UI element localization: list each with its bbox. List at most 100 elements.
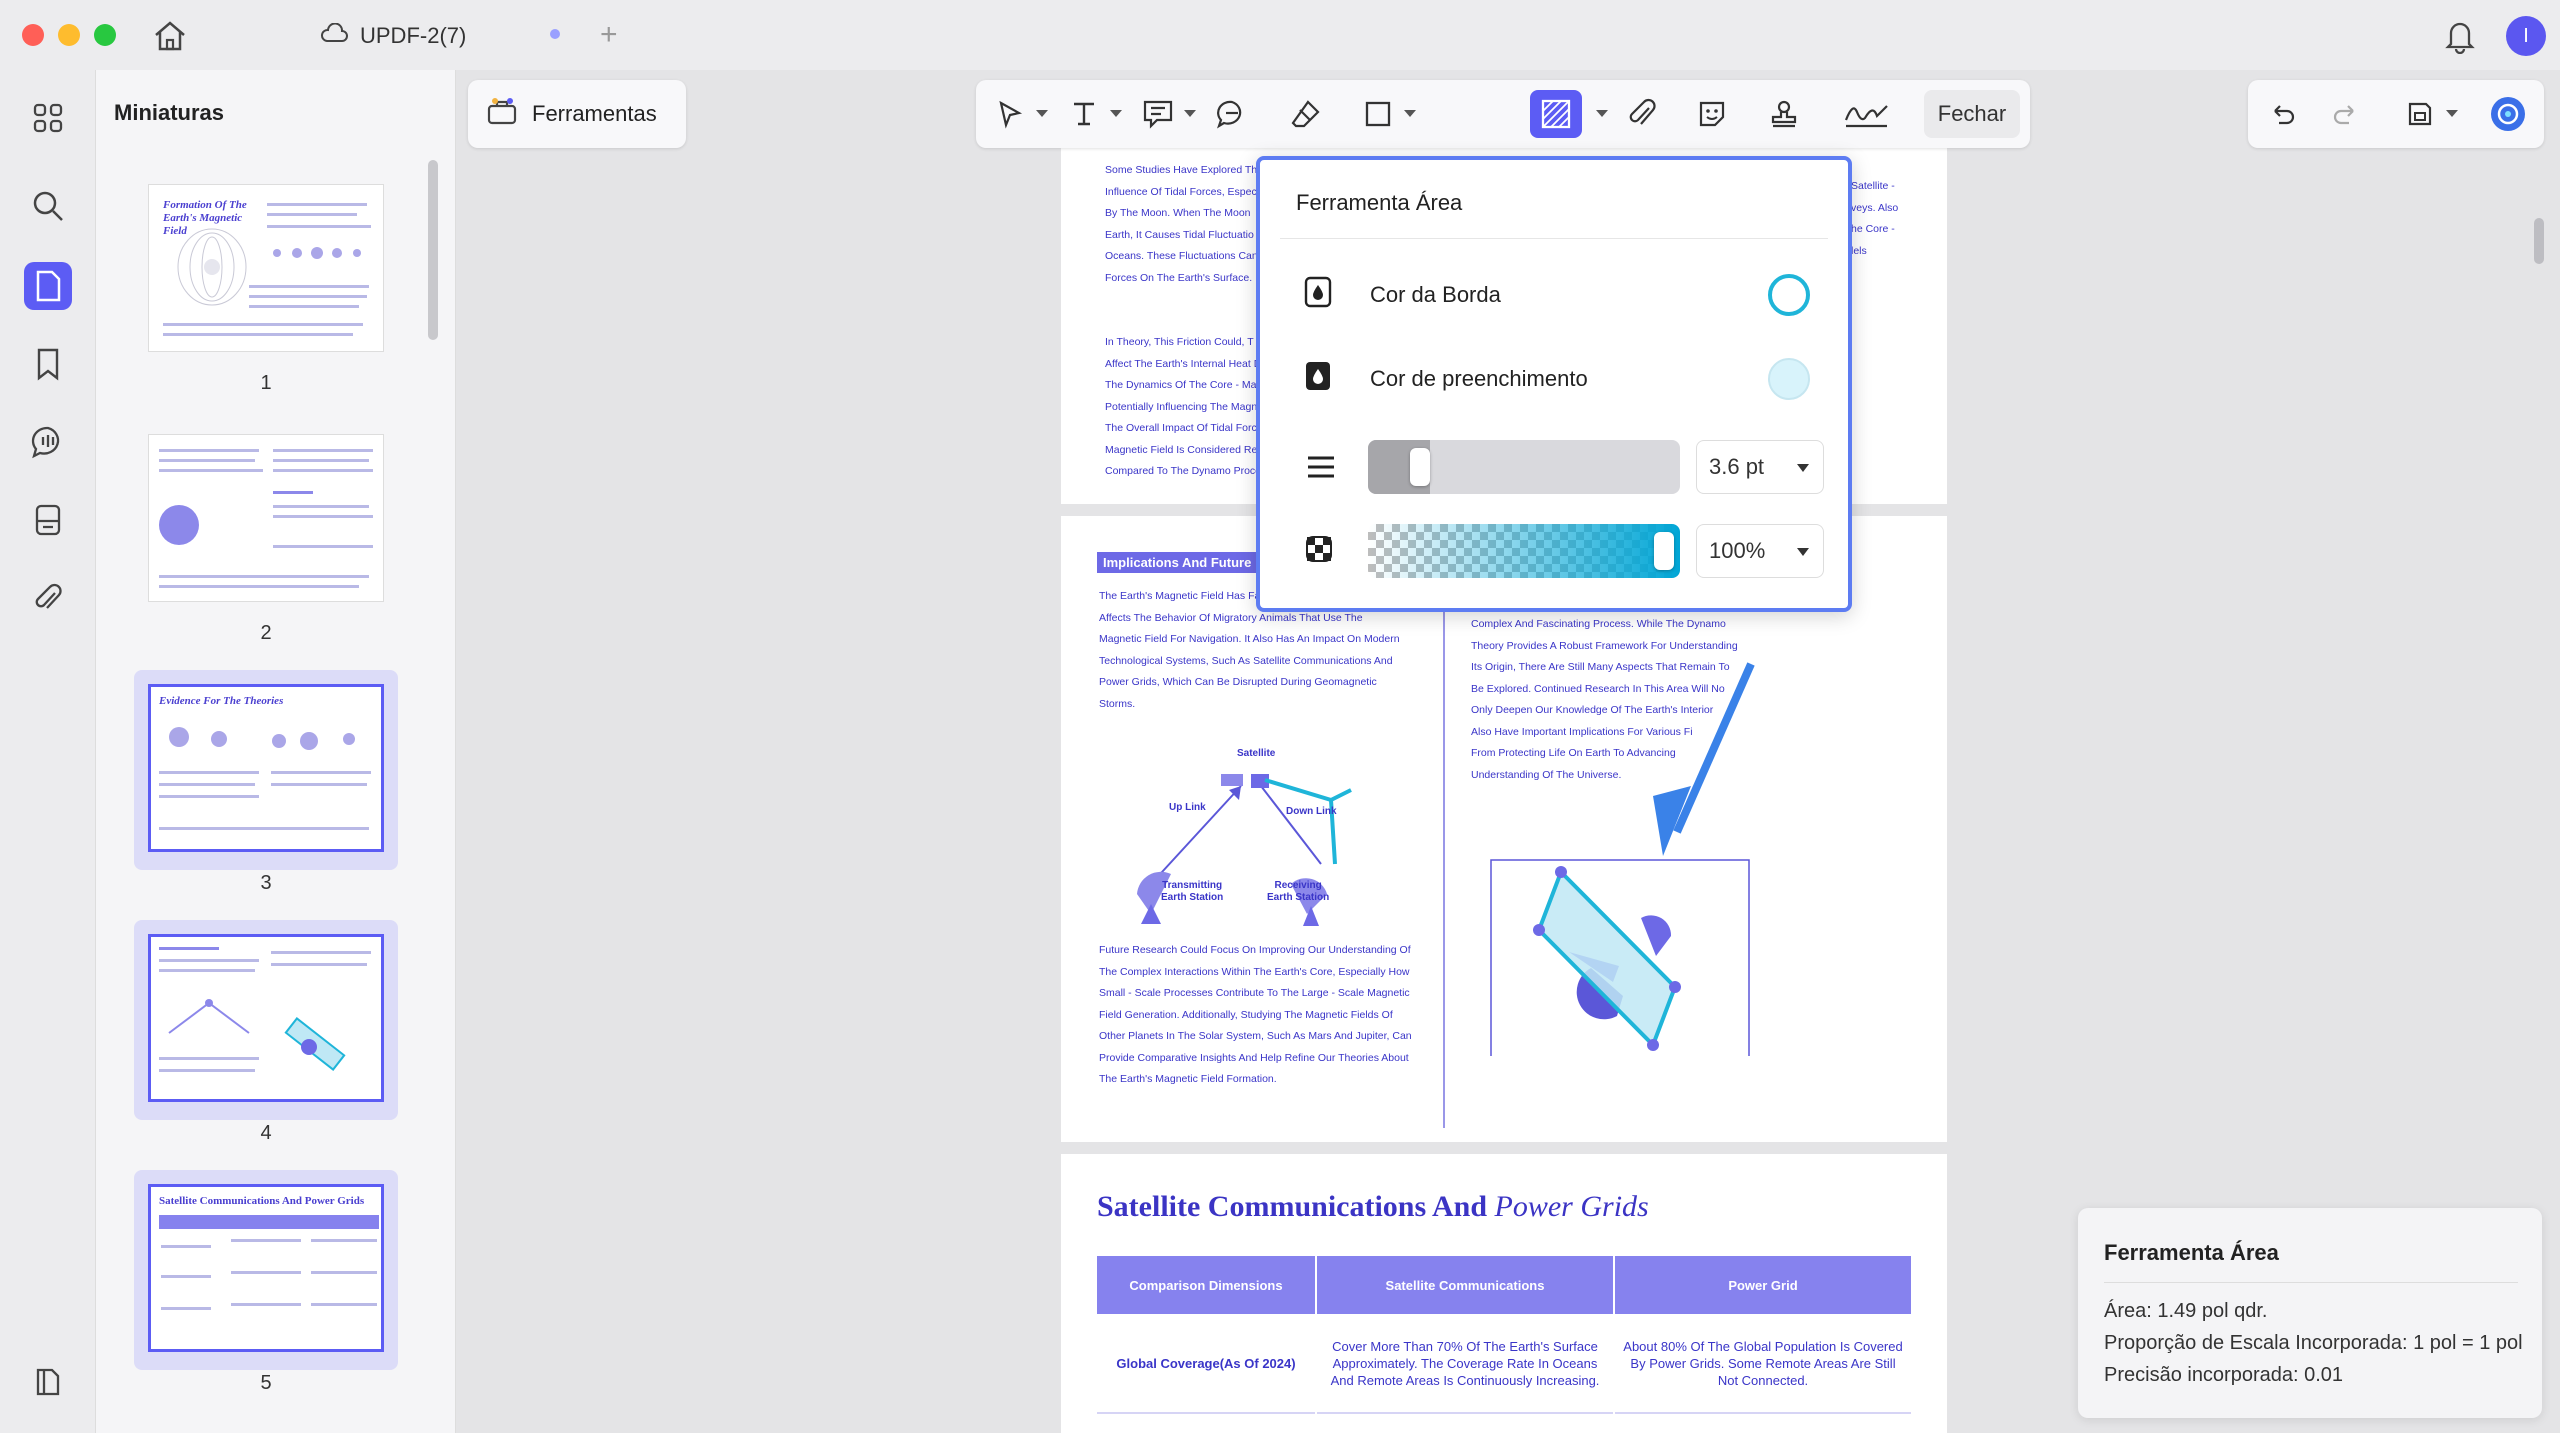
tools-button[interactable]: Ferramentas xyxy=(468,80,686,148)
diagram-label-transmitting: Transmitting Earth Station xyxy=(1161,880,1224,903)
info-title: Ferramenta Área xyxy=(2104,1240,2279,1265)
text-box-tool-icon[interactable] xyxy=(1138,94,1178,134)
thumbnail-title: Evidence For The Theories xyxy=(159,695,284,707)
opacity-value: 100% xyxy=(1709,538,1766,563)
home-icon[interactable] xyxy=(150,18,190,54)
search-icon[interactable] xyxy=(24,182,72,230)
page-text-left: Some Studies Have Explored The Influence… xyxy=(1105,164,1268,477)
thumbnails-icon[interactable] xyxy=(24,262,72,310)
opacity-slider[interactable] xyxy=(1368,524,1680,578)
apps-icon[interactable] xyxy=(24,94,72,142)
close-window-button[interactable] xyxy=(22,24,44,46)
document-tab[interactable]: UPDF-2(7) xyxy=(320,14,466,58)
comment-tool-icon[interactable] xyxy=(1212,94,1252,134)
thumbnail-page-3[interactable]: Evidence For The Theories 3 xyxy=(134,670,398,894)
comments-icon[interactable] xyxy=(24,418,72,466)
right-toolbar xyxy=(2248,80,2544,148)
title-main: Satellite Communications And xyxy=(1097,1190,1495,1223)
table-header: Comparison Dimensions xyxy=(1097,1256,1315,1314)
new-tab-button[interactable]: + xyxy=(600,18,618,52)
slider-handle[interactable] xyxy=(1654,532,1674,570)
chevron-down-icon xyxy=(1797,464,1809,472)
table-cell: Global Coverage(As Of 2024) xyxy=(1097,1314,1315,1414)
signature-tool-icon[interactable] xyxy=(1842,94,1892,134)
annotation-handle xyxy=(1647,1039,1659,1051)
scale-ratio: Proporção de Escala Incorporada: 1 pol =… xyxy=(2104,1332,2523,1354)
annotation-handle xyxy=(1555,866,1567,878)
zoom-window-button[interactable] xyxy=(94,24,116,46)
thumbnail-figure xyxy=(169,727,355,750)
thumbnail-page-5[interactable]: Satellite Communications And Power Grids… xyxy=(134,1170,398,1394)
bell-icon[interactable] xyxy=(2442,16,2478,55)
annotation-handle xyxy=(1533,924,1545,936)
stroke-width-slider[interactable] xyxy=(1368,440,1680,494)
area-value: Área: 1.49 pol qdr. xyxy=(2104,1300,2268,1322)
area-measure-tool-icon[interactable] xyxy=(1530,90,1582,138)
opacity-dropdown[interactable]: 100% xyxy=(1696,524,1824,578)
fill-color-swatch[interactable] xyxy=(1768,358,1810,400)
sticker-tool-icon[interactable] xyxy=(1692,94,1732,134)
annotation-handle xyxy=(1669,981,1681,993)
thumbnail-number: 3 xyxy=(260,872,272,894)
eraser-tool-icon[interactable] xyxy=(1286,94,1326,134)
precision-value: Precisão incorporada: 0.01 xyxy=(2104,1364,2344,1386)
diagram-label-receiving: Receiving Earth Station xyxy=(1267,880,1330,903)
chevron-down-icon[interactable] xyxy=(1036,110,1048,117)
title-bar: UPDF-2(7) + I xyxy=(0,0,2560,70)
thumbnail-satellite-figure xyxy=(168,999,250,1034)
document-scrollbar[interactable] xyxy=(2534,218,2544,264)
chevron-down-icon[interactable] xyxy=(2446,110,2458,117)
attachment-tool-icon[interactable] xyxy=(1622,94,1662,134)
diagram-label-downlink: Down Link xyxy=(1286,806,1337,817)
cloud-icon xyxy=(320,22,348,49)
chevron-down-icon[interactable] xyxy=(1110,110,1122,117)
organize-pages-icon[interactable] xyxy=(24,496,72,544)
thumbnail-number: 5 xyxy=(260,1372,272,1394)
column-divider xyxy=(1443,552,1445,1128)
redo-icon[interactable] xyxy=(2326,94,2366,134)
title-italic: Power Grids xyxy=(1494,1190,1649,1223)
popup-title: Ferramenta Área xyxy=(1296,190,1463,215)
stroke-width-dropdown[interactable]: 3.6 pt xyxy=(1696,440,1824,494)
stamp-tool-icon[interactable] xyxy=(1764,94,1804,134)
text-tool-icon[interactable] xyxy=(1064,94,1104,134)
sidebar-toggle-icon[interactable] xyxy=(24,1358,72,1406)
thumbnail-page-4[interactable]: 4 xyxy=(134,920,398,1144)
minimize-window-button[interactable] xyxy=(58,24,80,46)
page-paragraph-bottom: Future Research Could Focus On Improving… xyxy=(1099,944,1412,1085)
unsaved-indicator xyxy=(550,29,560,39)
shape-tool-icon[interactable] xyxy=(1358,94,1398,134)
sphere-figure xyxy=(159,505,199,545)
measurement-info-panel: Ferramenta Área Área: 1.49 pol qdr. Prop… xyxy=(2078,1208,2542,1418)
thumbnail-number: 1 xyxy=(260,372,272,394)
border-color-swatch[interactable] xyxy=(1768,274,1810,316)
ai-assistant-icon[interactable] xyxy=(2488,94,2528,134)
diagram-label-uplink: Up Link xyxy=(1169,802,1206,813)
attachment-icon[interactable] xyxy=(24,574,72,622)
thumbnail-number: 2 xyxy=(260,622,272,644)
fill-color-icon xyxy=(1304,360,1332,397)
thumbnail-image: Satellite Communications And Power Grids xyxy=(148,1184,384,1352)
save-icon[interactable] xyxy=(2400,94,2440,134)
slider-handle[interactable] xyxy=(1410,448,1431,486)
chevron-down-icon[interactable] xyxy=(1404,110,1416,117)
left-rail xyxy=(0,70,96,1433)
magnetic-field-figure xyxy=(177,228,247,306)
close-toolbar-button[interactable]: Fechar xyxy=(1924,90,2020,138)
bookmark-icon[interactable] xyxy=(24,340,72,388)
thumbnails-panel: Miniaturas Formation Of The Earth's Magn… xyxy=(96,70,456,1433)
select-tool-icon[interactable] xyxy=(990,94,1030,134)
thumbnail-page-2[interactable]: 2 xyxy=(134,420,398,644)
thumbnail-title: Satellite Communications And Power Grids xyxy=(159,1195,365,1207)
document-title: UPDF-2(7) xyxy=(360,23,467,48)
area-annotation[interactable] xyxy=(1481,656,1761,1056)
thumbnail-scrollbar[interactable] xyxy=(428,160,438,340)
table-header: Power Grid xyxy=(1615,1256,1911,1314)
thumbnail-page-1[interactable]: Formation Of The Earth's Magnetic Field … xyxy=(134,170,398,394)
undo-icon[interactable] xyxy=(2262,94,2302,134)
page-5: Satellite Communications And Power Grids… xyxy=(1061,1154,1947,1433)
chevron-down-icon[interactable] xyxy=(1184,110,1196,117)
chevron-down-icon[interactable] xyxy=(1596,110,1608,117)
page-text-right: Satellite - veys. Also he Core - lels xyxy=(1851,180,1899,257)
avatar[interactable]: I xyxy=(2506,16,2546,56)
